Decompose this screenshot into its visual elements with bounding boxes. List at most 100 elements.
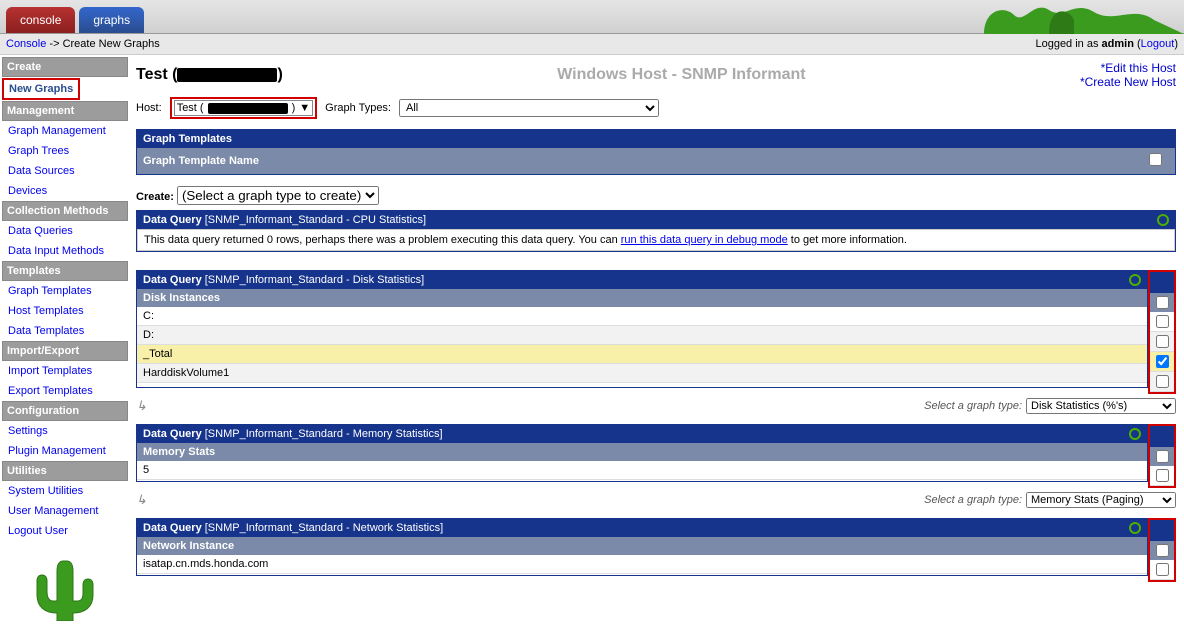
disk-select-graph-label: Select a graph type: [924, 400, 1022, 412]
disk-total-checkbox[interactable] [1156, 355, 1169, 368]
memory-5-checkbox[interactable] [1156, 469, 1169, 482]
memory-graph-type-select[interactable]: Memory Stats (Paging) [1026, 492, 1176, 508]
login-status: Logged in as admin (Logout) [1035, 38, 1178, 50]
sidebar-graph-templates[interactable]: Graph Templates [2, 281, 128, 301]
sidebar-logout-user[interactable]: Logout User [2, 521, 128, 541]
panel-memory: Data Query [SNMP_Informant_Standard - Me… [136, 424, 1148, 482]
sidebar-heading-importexport: Import/Export [2, 341, 128, 361]
sidebar-data-queries[interactable]: Data Queries [2, 221, 128, 241]
network-header: Data Query [SNMP_Informant_Standard - Ne… [137, 519, 1147, 537]
arrow-icon: ↳ [136, 398, 147, 414]
sidebar-settings[interactable]: Settings [2, 421, 128, 441]
disk-bottom-controls: ↳ Select a graph type: Disk Statistics (… [136, 394, 1176, 424]
graph-templates-header: Graph Templates [137, 130, 1175, 148]
sidebar-heading-create: Create [2, 57, 128, 77]
disk-row-d[interactable]: D: [137, 326, 1147, 345]
graph-templates-title: Graph Templates [143, 133, 232, 145]
disk-graph-type-select[interactable]: Disk Statistics (%'s) [1026, 398, 1176, 414]
sidebar-new-graphs[interactable]: New Graphs [4, 80, 78, 98]
panel-cpu: Data Query [SNMP_Informant_Standard - CP… [136, 210, 1176, 252]
logout-link[interactable]: Logout [1141, 38, 1175, 50]
sidebar: Create New Graphs Management Graph Manag… [0, 55, 130, 626]
top-tab-bar: console graphs [0, 0, 1184, 34]
host-action-links: *Edit this Host *Create New Host [1080, 61, 1176, 89]
reload-icon[interactable] [1129, 428, 1141, 440]
tab-console[interactable]: console [6, 7, 75, 33]
host-label: Host: [136, 102, 162, 114]
disk-subheader: Disk Instances [137, 289, 1147, 307]
chevron-down-icon: ▼ [299, 102, 310, 114]
memory-select-all-checkbox[interactable] [1156, 450, 1169, 463]
disk-checkbox-column-highlight [1148, 270, 1176, 394]
graph-types-label: Graph Types: [325, 102, 391, 114]
disk-select-all-checkbox[interactable] [1156, 296, 1169, 309]
debug-mode-link[interactable]: run this data query in debug mode [621, 234, 788, 246]
panel-disk: Data Query [SNMP_Informant_Standard - Di… [136, 270, 1148, 388]
breadcrumb-console[interactable]: Console [6, 38, 46, 50]
network-isatap-checkbox[interactable] [1156, 563, 1169, 576]
cpu-warning-prefix: This data query returned 0 rows, perhaps… [144, 234, 621, 246]
memory-col: Memory Stats [143, 446, 215, 458]
breadcrumb-current: Create New Graphs [63, 38, 160, 50]
disk-col: Disk Instances [143, 292, 220, 304]
host-select-suffix: ) [292, 102, 296, 114]
breadcrumb: Console -> Create New Graphs [6, 38, 160, 50]
memory-subheader: Memory Stats [137, 443, 1147, 461]
disk-hdv1-checkbox[interactable] [1156, 375, 1169, 388]
create-host-link[interactable]: *Create New Host [1080, 75, 1176, 89]
login-user: admin [1102, 38, 1134, 50]
reload-icon[interactable] [1157, 214, 1169, 226]
network-subheader: Network Instance [137, 537, 1147, 555]
page-title: Test () [136, 66, 283, 84]
graph-template-name-col: Graph Template Name [143, 155, 259, 167]
disk-c-checkbox[interactable] [1156, 315, 1169, 328]
sidebar-user-management[interactable]: User Management [2, 501, 128, 521]
network-select-all-checkbox[interactable] [1156, 544, 1169, 557]
memory-select-graph-label: Select a graph type: [924, 494, 1022, 506]
sidebar-devices[interactable]: Devices [2, 181, 128, 201]
sidebar-export-templates[interactable]: Export Templates [2, 381, 128, 401]
graph-templates-subheader: Graph Template Name [137, 148, 1175, 174]
network-col: Network Instance [143, 540, 234, 552]
memory-row-5[interactable]: 5 [137, 461, 1147, 480]
network-checkbox-column-highlight [1148, 518, 1176, 582]
breadcrumb-sep: -> [46, 38, 62, 50]
arrow-icon: ↳ [136, 492, 147, 508]
reload-icon[interactable] [1129, 522, 1141, 534]
mem-title-bracket: [SNMP_Informant_Standard - Memory Statis… [205, 428, 443, 440]
sidebar-import-templates[interactable]: Import Templates [2, 361, 128, 381]
disk-header: Data Query [SNMP_Informant_Standard - Di… [137, 271, 1147, 289]
host-select[interactable]: Test () ▼ [174, 100, 313, 116]
logo-cacti-top [974, 0, 1184, 34]
sidebar-data-templates[interactable]: Data Templates [2, 321, 128, 341]
cacti-logo [2, 551, 128, 624]
host-select-value: Test ( [177, 102, 204, 114]
sidebar-data-sources[interactable]: Data Sources [2, 161, 128, 181]
disk-row-c[interactable]: C: [137, 307, 1147, 326]
disk-row-total[interactable]: _Total [137, 345, 1147, 364]
memory-bottom-controls: ↳ Select a graph type: Memory Stats (Pag… [136, 488, 1176, 518]
sidebar-plugin-management[interactable]: Plugin Management [2, 441, 128, 461]
breadcrumb-bar: Console -> Create New Graphs Logged in a… [0, 34, 1184, 55]
sidebar-graph-trees[interactable]: Graph Trees [2, 141, 128, 161]
select-all-graph-templates-checkbox[interactable] [1149, 153, 1162, 166]
redacted-hostname [177, 68, 277, 82]
sidebar-graph-management[interactable]: Graph Management [2, 121, 128, 141]
edit-host-link[interactable]: *Edit this Host [1101, 61, 1176, 75]
disk-row-hdv1-label: HarddiskVolume1 [143, 367, 1141, 379]
sidebar-system-utilities[interactable]: System Utilities [2, 481, 128, 501]
sidebar-data-input-methods[interactable]: Data Input Methods [2, 241, 128, 261]
sidebar-host-templates[interactable]: Host Templates [2, 301, 128, 321]
sidebar-heading-utilities: Utilities [2, 461, 128, 481]
create-graph-type-select[interactable]: (Select a graph type to create) [177, 186, 379, 205]
net-title-bracket: [SNMP_Informant_Standard - Network Stati… [205, 522, 443, 534]
disk-row-hdv1[interactable]: HarddiskVolume1 [137, 364, 1147, 383]
create-graph-row: Create: (Select a graph type to create) [136, 181, 1176, 210]
reload-icon[interactable] [1129, 274, 1141, 286]
graph-types-select[interactable]: All [399, 99, 659, 117]
tab-graphs[interactable]: graphs [79, 7, 144, 33]
disk-d-checkbox[interactable] [1156, 335, 1169, 348]
sidebar-heading-templates: Templates [2, 261, 128, 281]
login-prefix: Logged in as [1035, 38, 1101, 50]
network-row-isatap[interactable]: isatap.cn.mds.honda.com [137, 555, 1147, 574]
